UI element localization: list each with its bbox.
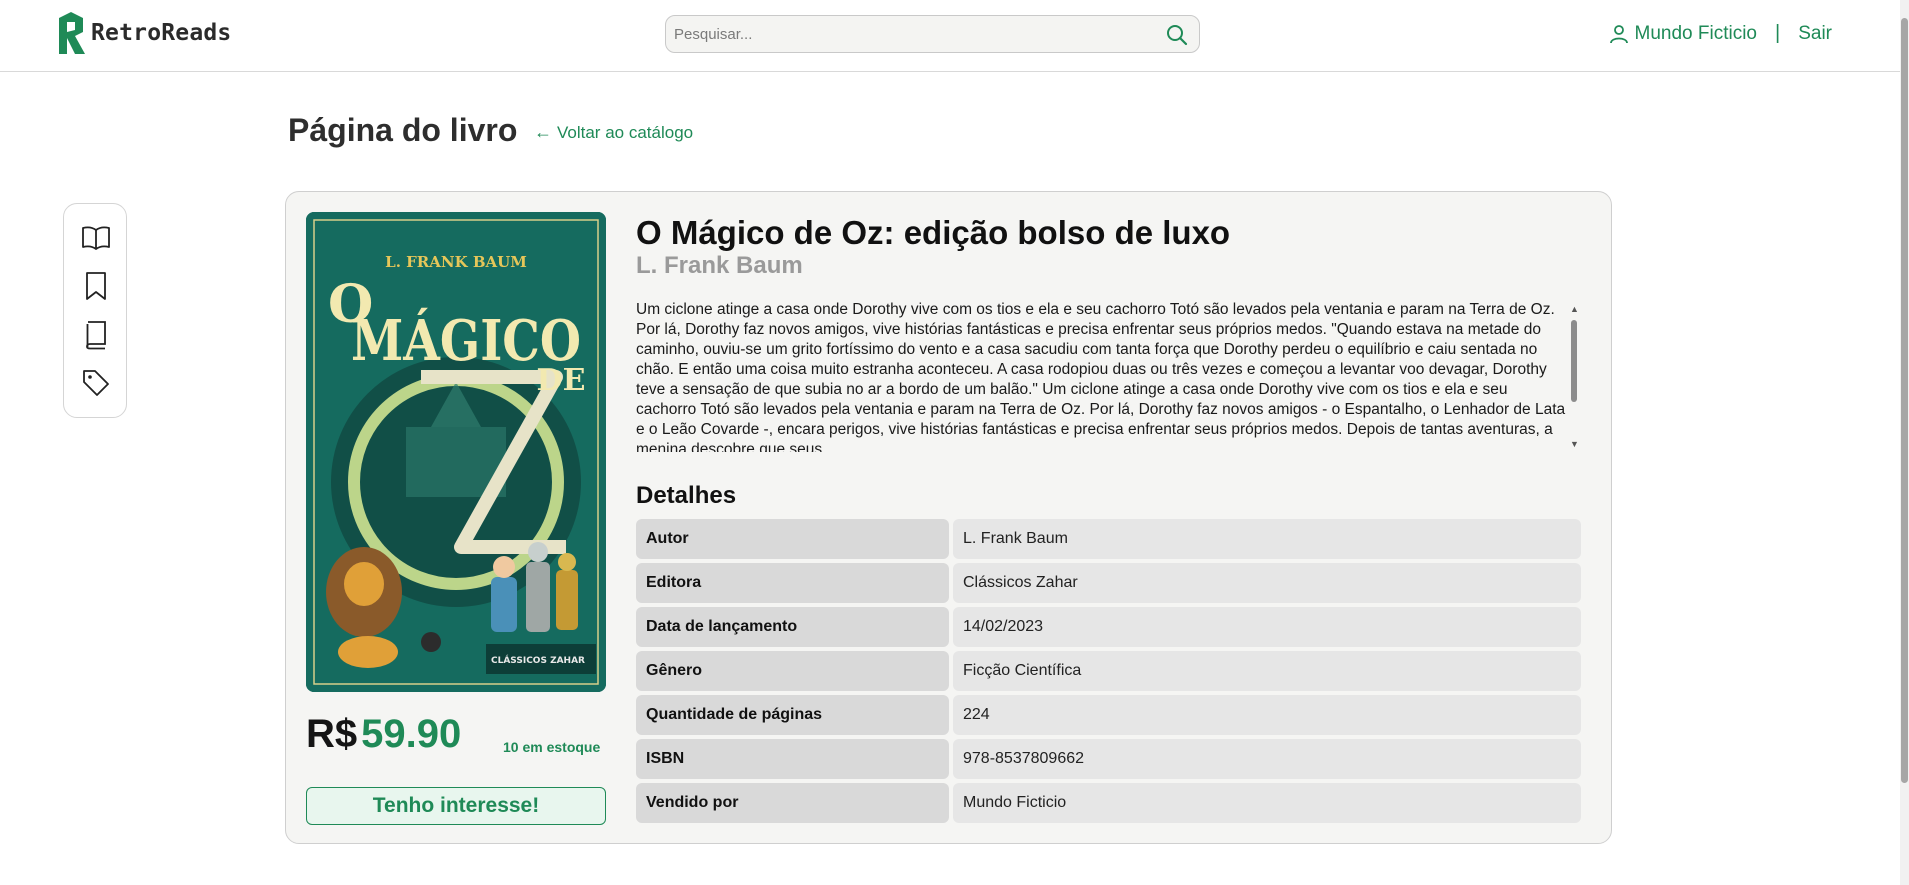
details-label: Quantidade de páginas	[636, 695, 949, 735]
logout-link[interactable]: Sair	[1798, 23, 1832, 45]
details-row-seller: Vendido por Mundo Ficticio	[636, 783, 1581, 823]
svg-text:CLÁSSICOS ZAHAR: CLÁSSICOS ZAHAR	[491, 654, 585, 666]
user-profile-link[interactable]: Mundo Ficticio	[1609, 22, 1758, 45]
scroll-up-icon[interactable]: ▲	[1570, 304, 1579, 314]
details-value: 224	[953, 695, 1581, 735]
details-value: Mundo Ficticio	[953, 783, 1581, 823]
side-book-button[interactable]	[80, 319, 112, 351]
details-label: Gênero	[636, 651, 949, 691]
book-cover-art: O L. FRANK BAUM MÁGICO DE CLÁSSICOS ZAHA…	[306, 212, 606, 692]
details-row-author: Autor L. Frank Baum	[636, 519, 1581, 559]
side-tag-button[interactable]	[80, 367, 112, 399]
price-value: 59.90	[361, 712, 462, 756]
page-scrollbar-thumb[interactable]	[1901, 18, 1908, 783]
details-value: 14/02/2023	[953, 607, 1581, 647]
page-title: Página do livro	[288, 112, 518, 148]
details-label: Autor	[636, 519, 949, 559]
open-book-icon	[82, 226, 110, 250]
details-heading: Detalhes	[636, 482, 737, 509]
svg-text:L. FRANK BAUM: L. FRANK BAUM	[385, 253, 527, 271]
details-label: ISBN	[636, 739, 949, 779]
stock-status: 10 em estoque	[503, 739, 601, 755]
back-to-catalog-link[interactable]: ← Voltar ao catálogo	[534, 122, 693, 143]
price: R$ 59.90	[306, 712, 461, 757]
logo[interactable]: RetroReads	[57, 10, 231, 56]
book-cover: O L. FRANK BAUM MÁGICO DE CLÁSSICOS ZAHA…	[306, 212, 606, 692]
book-author: L. Frank Baum	[636, 252, 803, 279]
arrow-left-icon: ←	[534, 122, 552, 142]
details-row-release-date: Data de lançamento 14/02/2023	[636, 607, 1581, 647]
search-icon[interactable]	[1165, 23, 1189, 47]
bookmark-icon	[86, 272, 106, 300]
details-label: Vendido por	[636, 783, 949, 823]
description-scrollbar-thumb[interactable]	[1571, 320, 1577, 402]
details-table: Autor L. Frank Baum Editora Clássicos Za…	[636, 519, 1581, 827]
svg-text:DE: DE	[537, 363, 586, 398]
details-row-pages: Quantidade de páginas 224	[636, 695, 1581, 735]
book-icon	[86, 321, 106, 350]
logo-icon	[59, 12, 85, 54]
page-scrollbar[interactable]	[1900, 0, 1909, 885]
search-bar	[665, 15, 1200, 53]
side-toolbar	[63, 203, 127, 418]
details-value: L. Frank Baum	[953, 519, 1581, 559]
logo-text: RetroReads	[91, 20, 232, 46]
details-value: Clássicos Zahar	[953, 563, 1581, 603]
interest-button[interactable]: Tenho interesse!	[306, 787, 606, 825]
details-label: Editora	[636, 563, 949, 603]
search-input[interactable]	[674, 16, 1144, 52]
user-icon	[1609, 24, 1628, 43]
details-value: 978-8537809662	[953, 739, 1581, 779]
scroll-down-icon[interactable]: ▼	[1570, 439, 1579, 449]
separator: |	[1775, 22, 1781, 44]
book-description: Um ciclone atinge a casa onde Dorothy vi…	[636, 301, 1566, 452]
details-label: Data de lançamento	[636, 607, 949, 647]
details-row-publisher: Editora Clássicos Zahar	[636, 563, 1581, 603]
book-title: O Mágico de Oz: edição bolso de luxo	[636, 214, 1231, 251]
side-bookmark-button[interactable]	[80, 270, 112, 302]
book-card: O L. FRANK BAUM MÁGICO DE CLÁSSICOS ZAHA…	[285, 191, 1612, 844]
side-open-book-button[interactable]	[80, 222, 112, 254]
details-value: Ficção Científica	[953, 651, 1581, 691]
description-box[interactable]: Um ciclone atinge a casa onde Dorothy vi…	[636, 300, 1581, 452]
user-name: Mundo Ficticio	[1634, 22, 1758, 44]
user-menu: Mundo Ficticio | Sair	[1609, 22, 1832, 45]
details-row-isbn: ISBN 978-8537809662	[636, 739, 1581, 779]
back-label: Voltar ao catálogo	[557, 122, 694, 142]
details-row-genre: Gênero Ficção Científica	[636, 651, 1581, 691]
price-currency: R$	[306, 712, 358, 756]
top-header: RetroReads Mundo Ficticio | Sair	[0, 0, 1900, 72]
tag-icon	[83, 370, 109, 396]
description-scrollbar[interactable]: ▲ ▼	[1568, 304, 1580, 449]
